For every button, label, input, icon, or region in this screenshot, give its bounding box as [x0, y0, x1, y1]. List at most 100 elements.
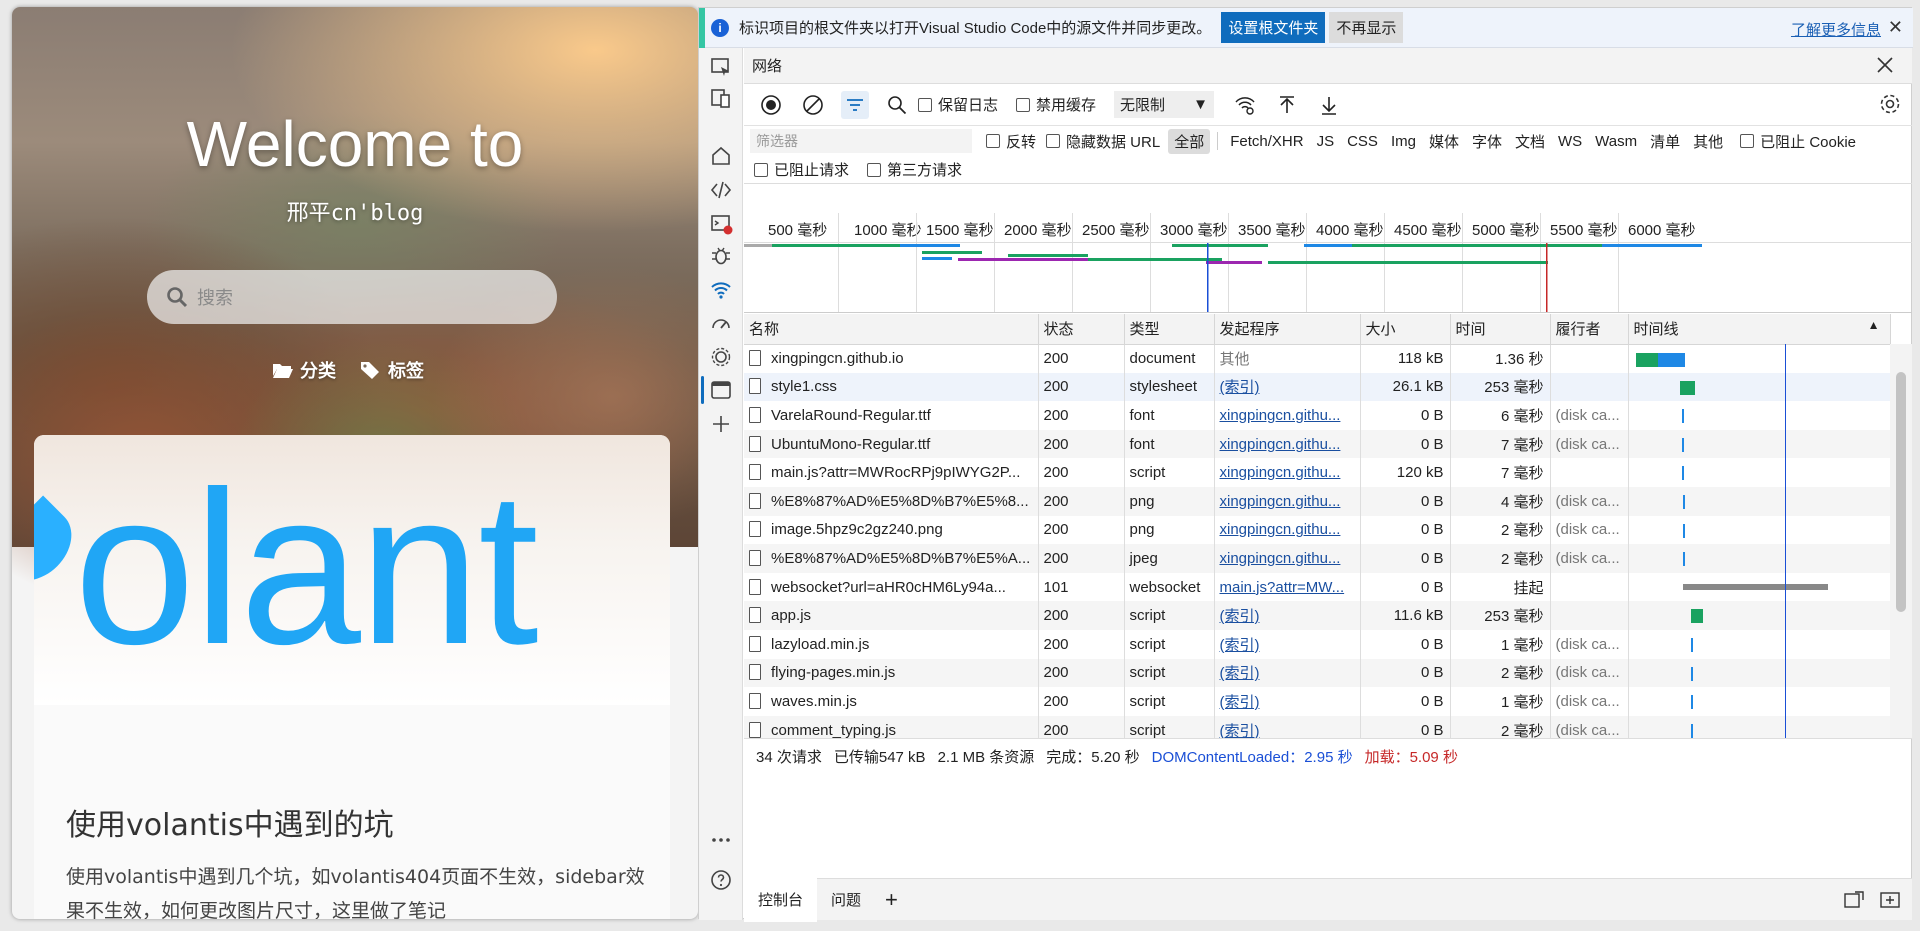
third-party-checkbox[interactable]: 第三方请求: [867, 159, 962, 180]
time-cell: 2 毫秒: [1450, 515, 1551, 545]
col-name[interactable]: 名称: [744, 314, 1039, 345]
col-time[interactable]: 时间: [1450, 314, 1551, 345]
close-panel-icon[interactable]: [1874, 54, 1896, 76]
more-tools-icon[interactable]: [709, 828, 733, 852]
filter-type-media[interactable]: 媒体: [1423, 129, 1465, 154]
learn-more-link[interactable]: 了解更多信息: [1791, 19, 1881, 40]
table-row[interactable]: style1.css 200 stylesheet (索引) 26.1 kB 253 毫秒: [744, 372, 1891, 402]
undock-drawer-icon[interactable]: [1880, 891, 1900, 909]
col-type[interactable]: 类型: [1124, 314, 1215, 345]
search-input[interactable]: 搜索: [147, 270, 557, 324]
time-cell: 253 毫秒: [1450, 601, 1551, 630]
blocked-cookies-checkbox[interactable]: 已阻止 Cookie: [1740, 131, 1856, 152]
table-row[interactable]: main.js?attr=MWRocRPj9pIWYG2P... 200 scrip…: [744, 458, 1891, 487]
inspect-icon[interactable]: [709, 56, 733, 80]
initiator-cell[interactable]: (索引): [1214, 601, 1361, 630]
col-fulfilled-by[interactable]: 履行者: [1550, 314, 1629, 345]
export-har-button[interactable]: [1315, 91, 1343, 119]
table-row[interactable]: waves.min.js 200 script (索引) 0 B1 毫秒 (disk ca…: [744, 687, 1891, 716]
record-icon: [761, 94, 781, 115]
disable-cache-checkbox[interactable]: 禁用缓存: [1016, 94, 1096, 115]
col-size[interactable]: 大小: [1360, 314, 1451, 345]
tab-console[interactable]: 控制台: [744, 877, 818, 922]
col-waterfall[interactable]: 时间线 ▲: [1628, 314, 1891, 345]
table-row[interactable]: flying-pages.min.js 200 script (索引) 0 B2 毫秒(…: [744, 658, 1891, 688]
post-title[interactable]: 使用volantis中遇到的坑: [66, 800, 394, 844]
scrollbar[interactable]: [1890, 344, 1912, 738]
table-row[interactable]: %E8%87%AD%E5%8D%B7%E5%8... 200 png xingping…: [744, 486, 1891, 516]
dock-side-icon[interactable]: [1844, 891, 1864, 909]
table-row[interactable]: comment_typing.js 200 script (索引) 0 B2 毫秒 (di…: [744, 715, 1891, 738]
initiator-cell[interactable]: xingpingcn.githu...: [1214, 401, 1361, 430]
network-conditions-button[interactable]: [1231, 91, 1259, 119]
table-row[interactable]: %E8%87%AD%E5%8D%B7%E5%A... 200 jpeg xingpin…: [744, 544, 1891, 573]
elements-icon[interactable]: [709, 178, 733, 202]
nav-categories[interactable]: 分类: [272, 357, 336, 383]
add-tool-icon[interactable]: [709, 412, 733, 436]
sources-bug-icon[interactable]: [709, 244, 733, 268]
filter-type-manifest[interactable]: 清单: [1644, 129, 1686, 154]
application-icon[interactable]: [709, 378, 733, 402]
search-button[interactable]: [883, 91, 911, 119]
filter-type-img[interactable]: Img: [1385, 131, 1422, 152]
console-error-icon[interactable]: [709, 212, 733, 236]
overview-timeline[interactable]: 500 毫秒 1000 毫秒 1500 毫秒 2000 毫秒 2500 毫秒 3…: [744, 213, 1912, 313]
table-row[interactable]: VarelaRound-Regular.ttf 200 font xingpingcn…: [744, 401, 1891, 430]
col-initiator[interactable]: 发起程序: [1214, 314, 1361, 345]
filter-type-fetch[interactable]: Fetch/XHR: [1224, 131, 1309, 152]
gear-icon[interactable]: [1878, 92, 1902, 116]
help-icon[interactable]: [709, 868, 733, 892]
preserve-log-checkbox[interactable]: 保留日志: [918, 94, 998, 115]
table-row[interactable]: UbuntuMono-Regular.ttf 200 font xingpingcn.…: [744, 429, 1891, 459]
scrollbar-thumb[interactable]: [1896, 372, 1906, 612]
post-excerpt: 使用volantis中遇到几个坑，如volantis404页面不生效，sideb…: [66, 866, 645, 919]
record-button[interactable]: [757, 91, 785, 119]
nav-tags[interactable]: 标签: [360, 357, 424, 383]
network-wifi-icon[interactable]: [709, 278, 733, 302]
set-root-folder-button[interactable]: 设置根文件夹: [1221, 12, 1326, 43]
filter-type-all[interactable]: 全部: [1168, 128, 1211, 154]
filter-type-font[interactable]: 字体: [1466, 129, 1508, 154]
tab-issues[interactable]: 问题: [817, 877, 875, 922]
memory-chip-icon[interactable]: [709, 345, 733, 369]
initiator-cell[interactable]: (索引): [1214, 372, 1361, 402]
initiator-cell[interactable]: (索引): [1214, 715, 1361, 738]
invert-checkbox[interactable]: 反转: [986, 131, 1036, 152]
table-row[interactable]: lazyload.min.js 200 script (索引) 0 B1 毫秒 (disk…: [744, 629, 1891, 659]
initiator-cell[interactable]: (索引): [1214, 687, 1361, 716]
performance-icon[interactable]: [709, 312, 733, 336]
blocked-requests-checkbox[interactable]: 已阻止请求: [754, 159, 849, 180]
import-har-button[interactable]: [1273, 91, 1301, 119]
initiator-cell[interactable]: xingpingcn.githu...: [1214, 458, 1361, 487]
filter-type-ws[interactable]: WS: [1552, 131, 1588, 152]
add-tab-icon[interactable]: +: [875, 881, 908, 919]
initiator-cell[interactable]: xingpingcn.githu...: [1214, 544, 1361, 573]
table-row[interactable]: xingpingcn.github.io 200 document 其他 118 kB 1…: [744, 344, 1891, 373]
hide-data-urls-checkbox[interactable]: 隐藏数据 URL: [1046, 131, 1160, 152]
filter-type-other[interactable]: 其他: [1687, 129, 1729, 154]
filter-type-doc[interactable]: 文档: [1509, 129, 1551, 154]
initiator-cell[interactable]: xingpingcn.githu...: [1214, 515, 1361, 545]
initiator-cell[interactable]: xingpingcn.githu...: [1214, 429, 1361, 459]
table-row[interactable]: app.js 200 script (索引) 11.6 kB 253 毫秒: [744, 601, 1891, 630]
dont-show-again-button[interactable]: 不再显示: [1329, 12, 1404, 43]
close-icon[interactable]: ✕: [1888, 17, 1903, 38]
filter-type-wasm[interactable]: Wasm: [1589, 131, 1643, 152]
welcome-home-icon[interactable]: [709, 144, 733, 168]
initiator-cell[interactable]: (索引): [1214, 629, 1361, 659]
filter-input[interactable]: 筛选器: [750, 129, 972, 153]
filter-type-css[interactable]: CSS: [1341, 131, 1384, 152]
device-emulation-icon[interactable]: [709, 86, 733, 110]
post-card[interactable]: olant 使用volantis中遇到的坑 使用volantis中遇到几个坑，如…: [34, 435, 670, 919]
clear-button[interactable]: [799, 91, 827, 119]
filter-toggle-button[interactable]: [841, 90, 869, 119]
filter-type-js[interactable]: JS: [1311, 131, 1341, 152]
initiator-cell[interactable]: xingpingcn.githu...: [1214, 486, 1361, 516]
table-row[interactable]: websocket?url=aHR0cHM6Ly94a... 101 websock…: [744, 572, 1891, 602]
throttle-select[interactable]: 无限制 ▼: [1114, 91, 1215, 118]
initiator-cell[interactable]: (索引): [1214, 658, 1361, 688]
overview-bar: [922, 251, 982, 254]
col-status[interactable]: 状态: [1038, 314, 1125, 345]
table-row[interactable]: image.5hpz9c2gz240.png 200 png xingpingcn.g…: [744, 515, 1891, 545]
initiator-cell[interactable]: main.js?attr=MW...: [1214, 572, 1361, 602]
